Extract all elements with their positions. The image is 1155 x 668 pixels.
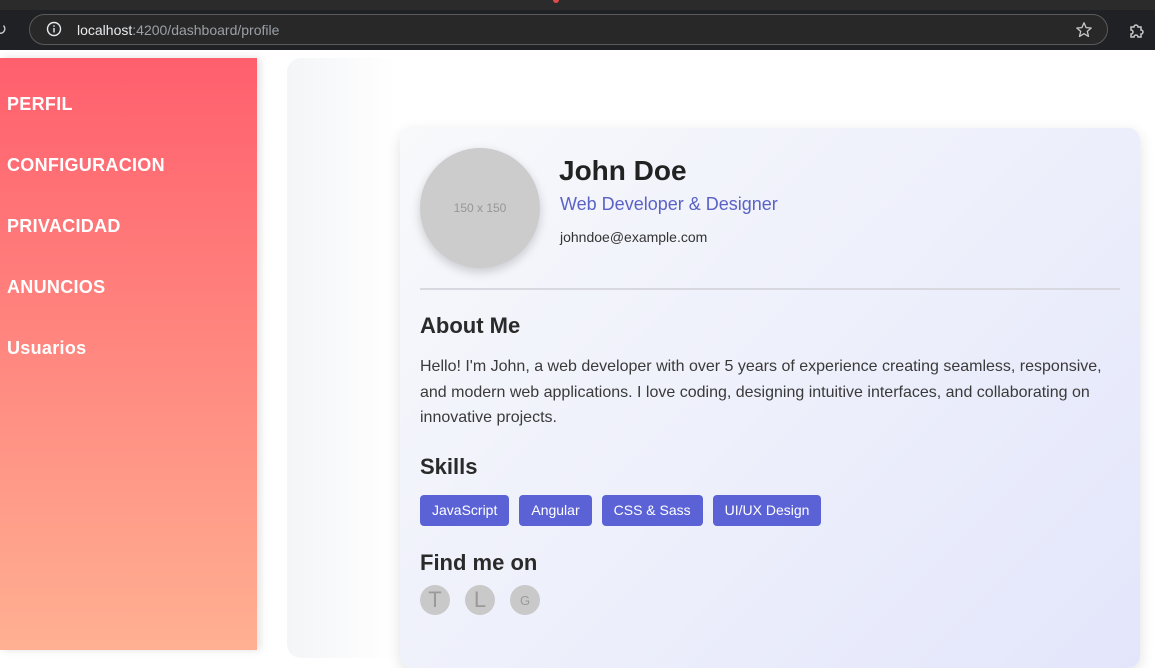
info-icon[interactable] [46,21,62,37]
profile-role: Web Developer & Designer [560,194,778,214]
sidebar: PERFIL CONFIGURACION PRIVACIDAD ANUNCIOS… [0,58,257,650]
about-text: Hello! I'm John, a web developer with ov… [420,358,1102,426]
url-text[interactable]: localhost:4200/dashboard/profile [77,22,279,38]
puzzle-icon[interactable] [1127,21,1147,41]
star-icon[interactable] [1075,21,1093,39]
avatar: 150 x 150 [420,148,540,268]
divider [420,288,1120,290]
sidebar-item-anuncios[interactable]: ANUNCIOS [7,277,105,298]
skill-badge-ui-ux-design: UI/UX Design [712,495,822,526]
github-icon[interactable]: G [510,585,540,615]
reload-icon[interactable]: ↻ [0,20,13,40]
browser-tab-strip [0,0,1155,10]
tab-indicator [553,0,559,3]
skills-heading: Skills [420,454,478,479]
avatar-placeholder-text: 150 x 150 [453,201,507,215]
sidebar-item-usuarios[interactable]: Usuarios [7,338,86,359]
sidebar-item-privacidad[interactable]: PRIVACIDAD [7,216,121,237]
skill-badge-angular: Angular [519,495,592,526]
skill-badge-css-sass: CSS & Sass [601,495,703,526]
linkedin-icon[interactable]: L [465,585,495,615]
url-path: :4200/dashboard/profile [132,22,280,38]
skill-badge-javascript: JavaScript [420,495,510,526]
profile-name: John Doe [559,155,687,186]
skills-list: JavaScript Angular CSS & Sass UI/UX Desi… [420,495,822,526]
address-bar[interactable]: localhost:4200/dashboard/profile [29,14,1108,45]
profile-card: 150 x 150 John Doe Web Developer & Desig… [400,128,1140,668]
url-host: localhost [77,22,133,38]
browser-toolbar: ↻ localhost:4200/dashboard/profile [0,10,1155,50]
profile-email: johndoe@example.com [560,229,708,245]
about-heading: About Me [420,313,521,338]
find-me-heading: Find me on [420,550,538,575]
sidebar-item-perfil[interactable]: PERFIL [7,94,73,115]
sidebar-item-configuracion[interactable]: CONFIGURACION [7,155,165,176]
social-links: T L G [420,585,540,615]
twitter-icon[interactable]: T [420,585,450,615]
